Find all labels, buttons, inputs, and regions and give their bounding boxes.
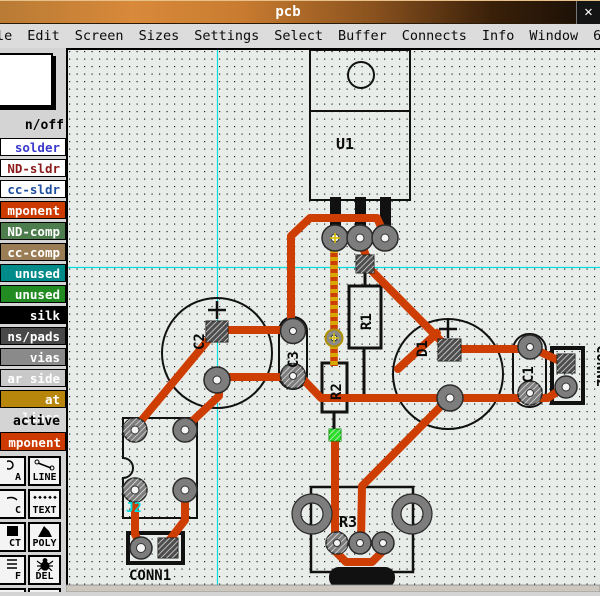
tool-via-button[interactable]: A — [0, 456, 26, 486]
menu-file[interactable]: le — [0, 28, 12, 44]
layer-button-unused-2[interactable]: unused — [0, 285, 66, 303]
refdes-c1: C1 — [521, 366, 537, 383]
u1-pads — [322, 225, 398, 251]
tool-buf-button[interactable]: F — [0, 555, 26, 585]
layer-button-gnd-sldr[interactable]: ND-sldr — [0, 159, 66, 177]
tool-rat-button[interactable] — [28, 588, 61, 592]
layer-button-unused-1[interactable]: unused — [0, 264, 66, 282]
refdes-c3: C3 — [286, 351, 302, 368]
tool-text-button[interactable]: TEXT — [28, 489, 61, 519]
connected-found-pad — [329, 429, 341, 441]
layer-button-solder[interactable]: solder — [0, 138, 66, 156]
tool-palette: A LINE C TEXT — [0, 456, 66, 592]
buffer-icon — [7, 557, 21, 571]
menu-buffer[interactable]: Buffer — [338, 28, 387, 44]
layer-button-vias[interactable]: vias — [0, 348, 66, 366]
cursor-coordinates: 600,875 — [593, 28, 600, 44]
layer-button-vcc-sldr[interactable]: cc-sldr — [0, 180, 66, 198]
window-title: pcb — [0, 4, 576, 20]
text-icon — [33, 491, 57, 505]
menu-screen[interactable]: Screen — [75, 28, 124, 44]
layer-button-component[interactable]: mponent — [0, 201, 66, 219]
menu-connects[interactable]: Connects — [402, 28, 467, 44]
menu-info[interactable]: Info — [482, 28, 515, 44]
active-layer-button[interactable]: mponent — [0, 432, 66, 451]
menu-settings[interactable]: Settings — [194, 28, 259, 44]
pcb-canvas[interactable]: U1 R1 R2 R3 C1 C2 C3 D1 J2 CONN1 CONN2 — [66, 48, 600, 592]
tool-rect-button[interactable]: CT — [0, 522, 26, 552]
refdes-j2: J2 — [126, 501, 142, 516]
menu-select[interactable]: Select — [274, 28, 323, 44]
refdes-d1: D1 — [415, 340, 431, 357]
layer-button-gnd-comp[interactable]: ND-comp — [0, 222, 66, 240]
refdes-r3: R3 — [339, 513, 357, 531]
rect-icon — [7, 524, 21, 538]
r1-pin1-pad — [356, 255, 374, 273]
tool-rot-button[interactable] — [0, 588, 26, 592]
refdes-conn2: CONN2 — [593, 345, 600, 387]
refdes-conn1: CONN1 — [129, 568, 171, 584]
via — [326, 330, 343, 347]
title-bar: pcb ✕ — [0, 0, 600, 24]
layer-button-silk[interactable]: silk — [0, 306, 66, 324]
refdes-r2: R2 — [329, 383, 345, 400]
active-layer-label: active — [0, 414, 60, 429]
tool-arc-button[interactable]: C — [0, 489, 26, 519]
layer-button-rat-lines[interactable]: at lines — [0, 390, 66, 408]
window-bottom-edge — [66, 585, 600, 592]
layer-buttons: solder ND-sldr cc-sldr mponent ND-comp c… — [0, 138, 66, 411]
line-icon — [34, 458, 56, 472]
refdes-c2: C2 — [192, 333, 208, 350]
menu-sizes[interactable]: Sizes — [139, 28, 180, 44]
layer-button-far-side[interactable]: ar side — [0, 369, 66, 387]
board-preview-thumbnail[interactable] — [0, 53, 53, 107]
menu-bar: le Edit Screen Sizes Settings Select Buf… — [0, 24, 600, 48]
via-icon — [7, 458, 21, 472]
sidebar: n/off solder ND-sldr cc-sldr mponent ND-… — [0, 48, 66, 592]
close-button[interactable]: ✕ — [576, 1, 600, 25]
menu-window[interactable]: Window — [529, 28, 578, 44]
menu-edit[interactable]: Edit — [27, 28, 60, 44]
refdes-u1: U1 — [336, 135, 354, 153]
bug-icon — [36, 557, 54, 571]
layer-button-vcc-comp[interactable]: cc-comp — [0, 243, 66, 261]
arc-icon — [7, 491, 21, 505]
tool-poly-button[interactable]: POLY — [28, 522, 61, 552]
tool-del-button[interactable]: DEL — [28, 555, 61, 585]
refdes-r1: R1 — [359, 313, 375, 330]
layer-button-pins-pads[interactable]: ns/pads — [0, 327, 66, 345]
layers-onoff-label: n/off — [0, 118, 64, 133]
tool-line-button[interactable]: LINE — [28, 456, 61, 486]
poly-icon — [35, 524, 55, 538]
